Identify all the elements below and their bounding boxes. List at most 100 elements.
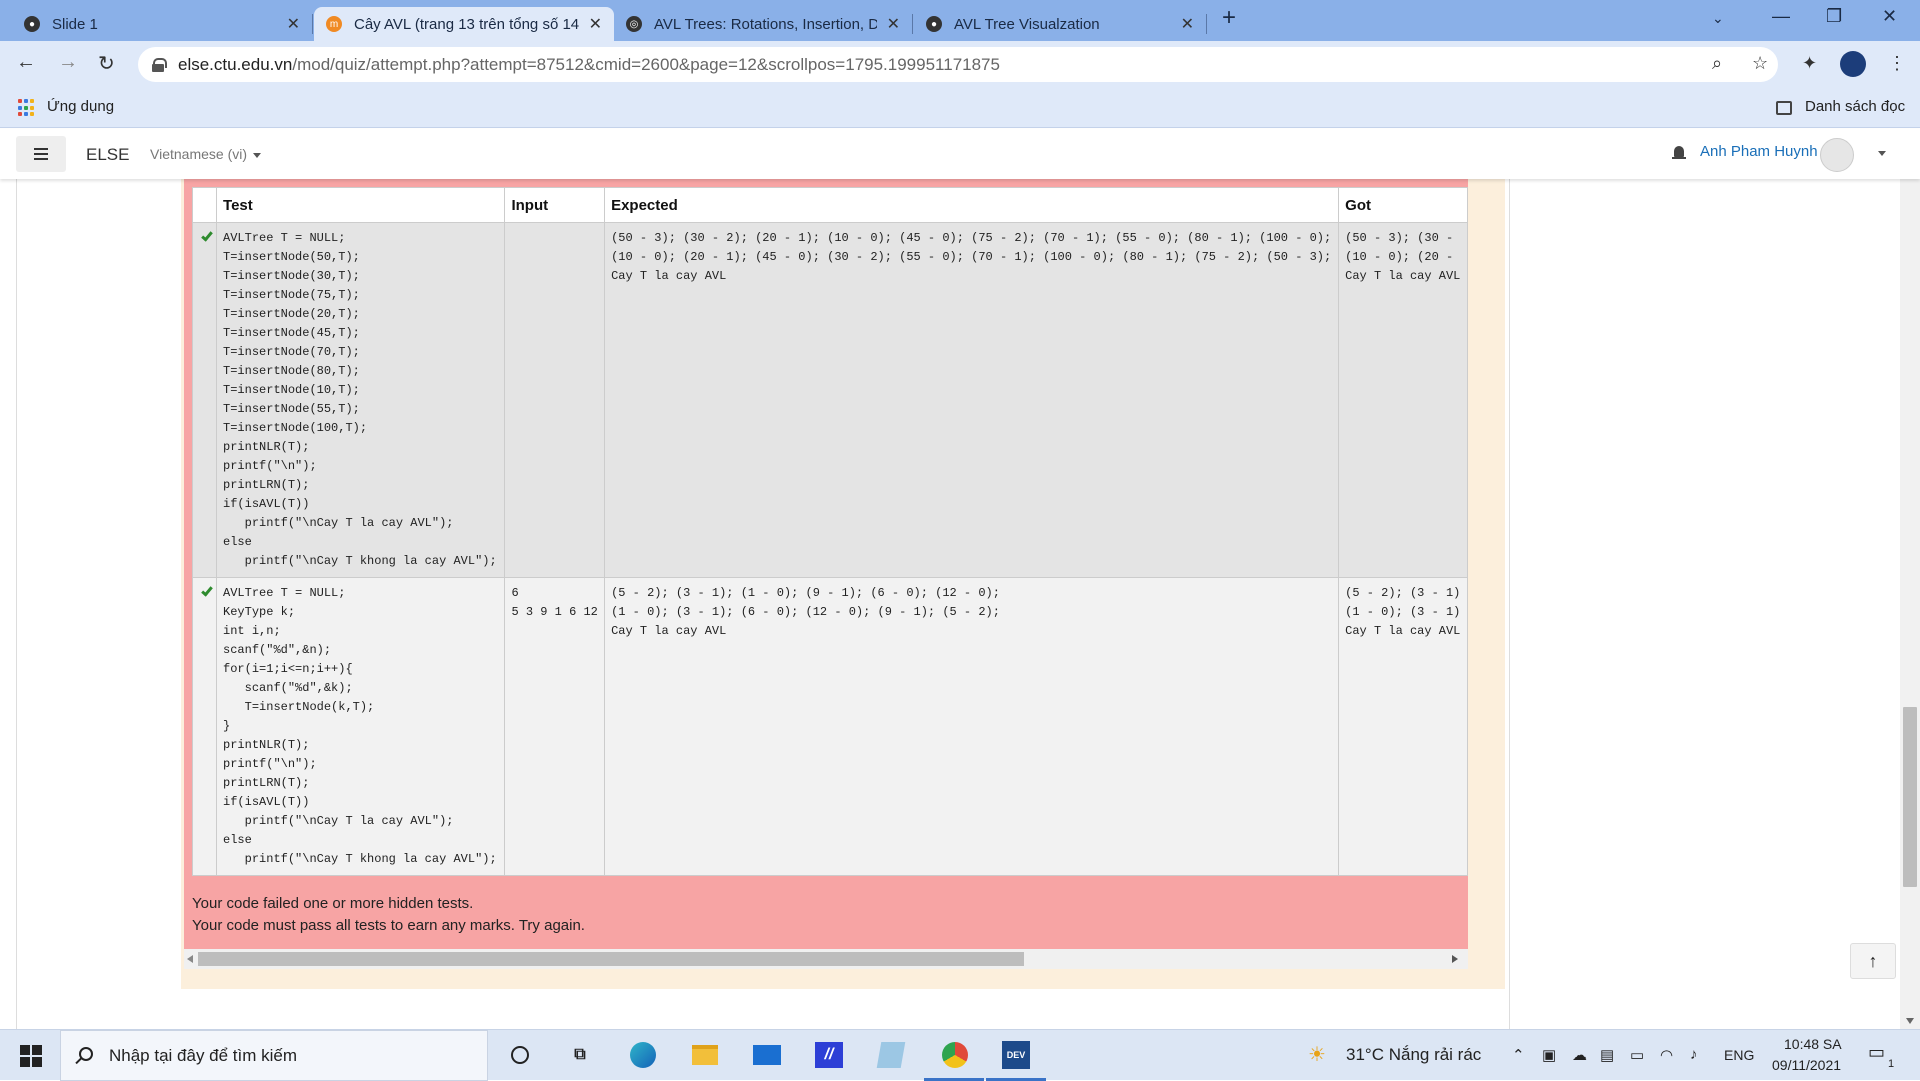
test-code-cell: AVLTree T = NULL; KeyType k; int i,n; sc… — [216, 577, 506, 876]
chrome-icon[interactable] — [940, 1040, 970, 1070]
meet-now-icon[interactable]: ▣ — [1542, 1046, 1556, 1064]
profile-avatar[interactable] — [1840, 51, 1866, 77]
table-row: AVLTree T = NULL; T=insertNode(50,T); T=… — [191, 222, 1468, 578]
tab-avl-quiz[interactable]: m Cây AVL (trang 13 trên tổng số 14 ✕ — [314, 7, 614, 41]
weather-icon: ☀ — [1308, 1044, 1326, 1066]
edge-icon[interactable] — [628, 1040, 658, 1070]
apps-grid-icon[interactable] — [18, 99, 36, 117]
notification-bell-icon[interactable] — [1672, 146, 1686, 162]
column-header-expected: Expected — [604, 187, 1340, 223]
failure-message: Your code failed one or more hidden test… — [192, 893, 585, 937]
failure-line-2: Your code must pass all tests to earn an… — [192, 917, 585, 934]
site-name[interactable]: ELSE — [86, 145, 129, 165]
globe-icon: ● — [24, 16, 40, 32]
bookmarks-bar: Ứng dụng Danh sách đọc — [0, 88, 1920, 128]
close-icon[interactable]: ✕ — [1181, 14, 1194, 34]
close-icon[interactable]: ✕ — [887, 14, 900, 34]
chevron-down-icon — [253, 152, 262, 158]
zoom-icon[interactable]: ⌕ — [1712, 53, 1722, 74]
dev-cpp-icon[interactable]: DEV — [1001, 1040, 1031, 1070]
windows-taskbar: Nhập tại đây để tìm kiếm ⧉ // DEV ☀ 31°C… — [0, 1029, 1920, 1081]
input-language[interactable]: ENG — [1724, 1047, 1754, 1063]
input-cell — [504, 222, 606, 578]
user-avatar[interactable] — [1820, 138, 1854, 172]
column-header-input: Input — [504, 187, 606, 223]
bookmark-star-icon[interactable]: ☆ — [1752, 53, 1768, 74]
reading-list-button[interactable]: Danh sách đọc — [1805, 98, 1905, 115]
tab-slide-1[interactable]: ● Slide 1 ✕ — [12, 7, 312, 41]
scroll-left-icon[interactable] — [187, 955, 193, 963]
browser-tab-strip: ● Slide 1 ✕ m Cây AVL (trang 13 trên tổn… — [0, 0, 1920, 41]
task-view-icon[interactable]: ⧉ — [565, 1040, 595, 1070]
mail-icon[interactable] — [752, 1040, 782, 1070]
table-row: AVLTree T = NULL; KeyType k; int i,n; sc… — [191, 577, 1468, 876]
scroll-down-icon[interactable] — [1906, 1018, 1914, 1024]
pass-cell — [191, 222, 218, 578]
windows-start-icon[interactable] — [20, 1045, 42, 1067]
close-icon[interactable]: ✕ — [589, 14, 602, 34]
new-tab-icon[interactable]: + — [1222, 4, 1236, 32]
checkmark-icon — [201, 229, 213, 242]
user-name-link[interactable]: Anh Pham Huynh — [1700, 143, 1818, 160]
tab-separator — [312, 14, 313, 34]
minimize-icon[interactable]: — — [1772, 6, 1790, 27]
weather-text[interactable]: 31°C Nắng rải rác — [1346, 1045, 1481, 1065]
table-header-row: Test Input Expected Got — [191, 187, 1468, 223]
scrollbar-thumb[interactable] — [198, 952, 1024, 966]
clock-date[interactable]: 09/11/2021 — [1772, 1057, 1841, 1073]
tab-separator — [912, 14, 913, 34]
failure-line-1: Your code failed one or more hidden test… — [192, 895, 474, 912]
page-scrollbar-thumb[interactable] — [1903, 707, 1917, 887]
reload-icon[interactable]: ↻ — [98, 51, 115, 76]
forward-arrow-icon[interactable]: → — [58, 51, 78, 74]
notification-count-badge: 1 — [1888, 1058, 1895, 1070]
taskbar-search-box[interactable]: Nhập tại đây để tìm kiếm — [60, 1030, 488, 1081]
test-results-table: Test Input Expected Got AVLTree T = NULL… — [191, 187, 1468, 876]
app-shortcut-icon[interactable] — [876, 1040, 906, 1070]
input-cell: 6 5 3 9 1 6 12 — [504, 577, 606, 876]
page-content: Test Input Expected Got AVLTree T = NULL… — [0, 179, 1920, 1029]
column-header-got: Got — [1338, 187, 1468, 223]
network-adapter-icon[interactable]: ▤ — [1600, 1046, 1614, 1064]
tab-title: Slide 1 — [52, 15, 98, 33]
chevron-up-icon[interactable]: ⌃ — [1512, 1046, 1525, 1064]
user-menu-chevron-icon[interactable] — [1878, 151, 1886, 156]
onedrive-icon[interactable]: ☁ — [1572, 1046, 1587, 1064]
tab-search-icon[interactable]: ⌄ — [1712, 10, 1724, 27]
test-results-panel: Test Input Expected Got AVLTree T = NULL… — [184, 179, 1468, 949]
volume-icon[interactable]: ♪ — [1690, 1046, 1698, 1063]
scroll-right-icon[interactable] — [1452, 955, 1458, 963]
address-bar[interactable]: else.ctu.edu.vn/mod/quiz/attempt.php?att… — [138, 47, 1778, 82]
close-icon[interactable]: ✕ — [287, 14, 300, 34]
clock-time[interactable]: 10:48 SA — [1784, 1036, 1842, 1052]
menu-dots-icon[interactable]: ⋮ — [1888, 53, 1906, 74]
tab-avl-visualization[interactable]: ● AVL Tree Visualzation ✕ — [914, 7, 1206, 41]
site-navbar: ELSE Vietnamese (vi) Anh Pham Huynh — [0, 129, 1920, 179]
app-icon[interactable]: // — [814, 1040, 844, 1070]
restore-icon[interactable]: ❐ — [1826, 6, 1842, 27]
page-scrollbar[interactable] — [1900, 129, 1920, 1029]
lock-icon — [152, 57, 167, 72]
tab-title: Cây AVL (trang 13 trên tổng số 14 — [354, 15, 579, 33]
extensions-icon[interactable]: ✦ — [1802, 53, 1817, 74]
language-menu[interactable]: Vietnamese (vi) — [150, 146, 262, 162]
file-explorer-icon[interactable] — [690, 1040, 720, 1070]
apps-bookmark[interactable]: Ứng dụng — [47, 98, 114, 115]
battery-icon[interactable]: ▭ — [1630, 1046, 1644, 1064]
horizontal-scrollbar[interactable] — [184, 949, 1468, 969]
tab-avl-trees-rotations[interactable]: ◎ AVL Trees: Rotations, Insertion, D ✕ — [614, 7, 912, 41]
notification-center-icon[interactable]: ▭ — [1868, 1042, 1885, 1063]
pass-cell — [191, 577, 218, 876]
cortana-icon[interactable] — [505, 1040, 535, 1070]
back-arrow-icon[interactable]: ← — [16, 51, 36, 74]
hamburger-menu-icon[interactable] — [16, 136, 66, 172]
close-window-icon[interactable]: ✕ — [1882, 6, 1897, 27]
got-cell: (5 - 2); (3 - 1) (1 - 0); (3 - 1) Cay T … — [1338, 577, 1468, 876]
moodle-icon: m — [326, 16, 342, 32]
wifi-icon[interactable]: ◠ — [1660, 1046, 1673, 1064]
tab-title: AVL Tree Visualzation — [954, 15, 1100, 33]
reading-list-icon — [1776, 101, 1792, 115]
toolbar: ← → ↻ else.ctu.edu.vn/mod/quiz/attempt.p… — [0, 41, 1920, 88]
url-path: /mod/quiz/attempt.php?attempt=87512&cmid… — [292, 54, 1000, 74]
back-to-top-button[interactable]: ↑ — [1850, 943, 1896, 979]
